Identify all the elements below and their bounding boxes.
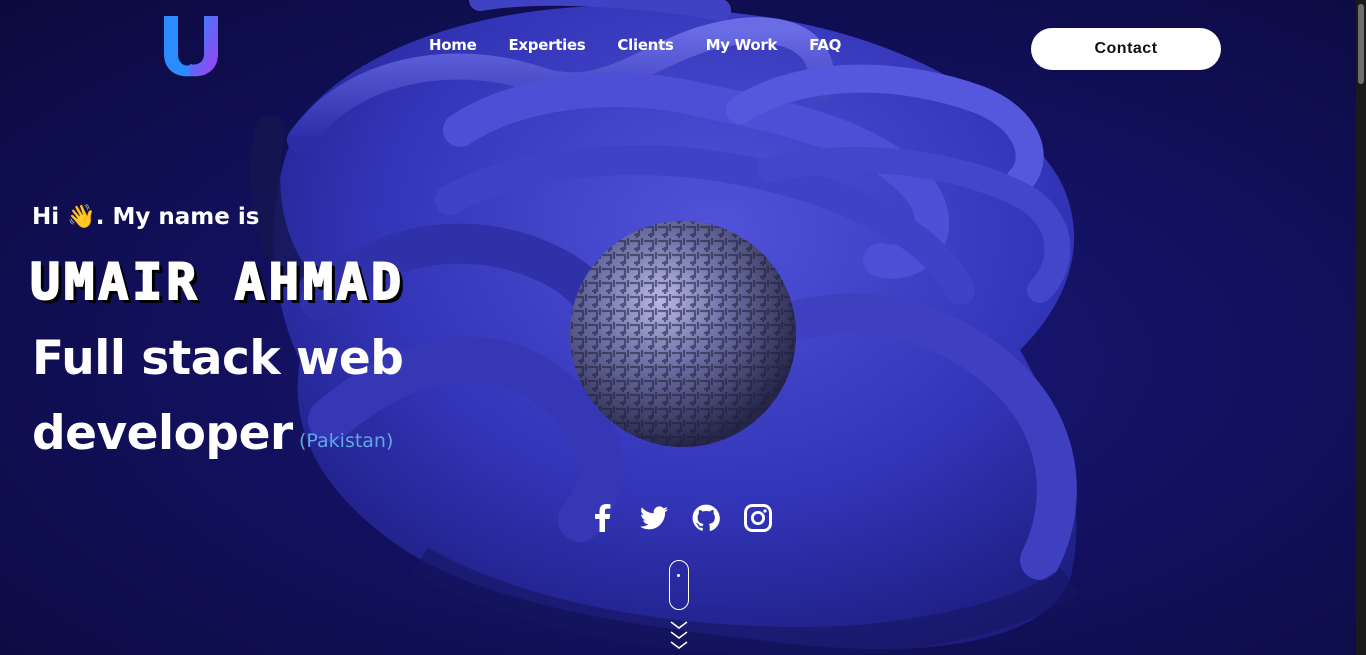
hero-name: UMAIR AHMAD — [29, 252, 406, 312]
site-logo[interactable] — [160, 14, 222, 78]
page-scrollbar[interactable] — [1356, 0, 1366, 655]
twitter-icon[interactable] — [638, 502, 670, 534]
hero-title-line1: Full stack web — [32, 331, 404, 386]
instagram-icon[interactable] — [742, 502, 774, 534]
main-nav: Home Experties Clients My Work FAQ — [429, 36, 841, 54]
github-icon[interactable] — [690, 502, 722, 534]
nav-clients[interactable]: Clients — [617, 36, 673, 54]
contact-button[interactable]: Contact — [1031, 28, 1221, 70]
scroll-mouse-icon[interactable] — [669, 560, 689, 610]
scroll-dot — [677, 574, 680, 577]
nav-experties[interactable]: Experties — [508, 36, 585, 54]
nav-faq[interactable]: FAQ — [809, 36, 841, 54]
social-links — [586, 502, 774, 534]
hero-greeting: Hi 👋. My name is — [32, 204, 260, 230]
hero-title-line2: developer — [32, 406, 293, 461]
scroll-down-chevrons-icon[interactable] — [669, 620, 689, 655]
scrollbar-thumb[interactable] — [1358, 4, 1364, 84]
page: Home Experties Clients My Work FAQ Conta… — [0, 0, 1366, 655]
nav-my-work[interactable]: My Work — [706, 36, 778, 54]
nav-home[interactable]: Home — [429, 36, 477, 54]
hero-artwork — [250, 0, 1079, 655]
hero-location: (Pakistan) — [299, 430, 394, 452]
facebook-icon[interactable] — [586, 502, 618, 534]
